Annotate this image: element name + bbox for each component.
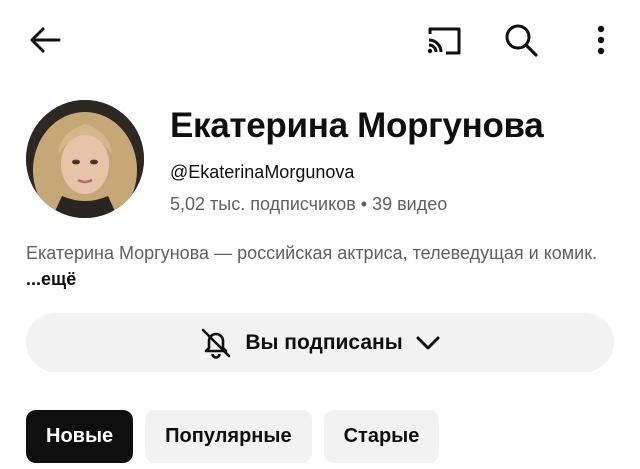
channel-avatar[interactable] — [26, 100, 144, 218]
channel-description[interactable]: Екатерина Моргунова — российская актриса… — [26, 240, 616, 292]
more-options-button[interactable] — [582, 18, 620, 62]
search-button[interactable] — [498, 18, 544, 62]
subscribed-label: Вы подписаны — [245, 330, 403, 354]
search-icon — [505, 24, 538, 57]
more-vert-icon — [597, 25, 605, 55]
channel-name: Екатерина Моргунова — [170, 106, 544, 145]
chip-old[interactable]: Старые — [323, 410, 440, 463]
show-more-link[interactable]: ...ещё — [26, 269, 76, 289]
chevron-down-icon — [416, 336, 440, 349]
channel-stats: 5,02 тыс. подписчиков • 39 видео — [170, 194, 448, 214]
bell-off-icon — [202, 328, 231, 359]
chip-popular[interactable]: Популярные — [145, 410, 312, 463]
top-app-bar — [0, 0, 640, 80]
cast-icon — [427, 27, 461, 55]
subscribed-button[interactable]: Вы подписаны — [26, 313, 614, 372]
video-sort-chips: Новые Популярные Старые — [26, 410, 440, 463]
chip-new[interactable]: Новые — [26, 410, 134, 463]
channel-handle: @EkaterinaMorgunova — [170, 162, 355, 182]
cast-button[interactable] — [420, 20, 468, 60]
avatar-portrait-image — [26, 100, 144, 218]
description-text: Екатерина Моргунова — российская актриса… — [26, 243, 598, 263]
arrow-back-icon — [30, 27, 61, 53]
back-button[interactable] — [22, 20, 68, 60]
